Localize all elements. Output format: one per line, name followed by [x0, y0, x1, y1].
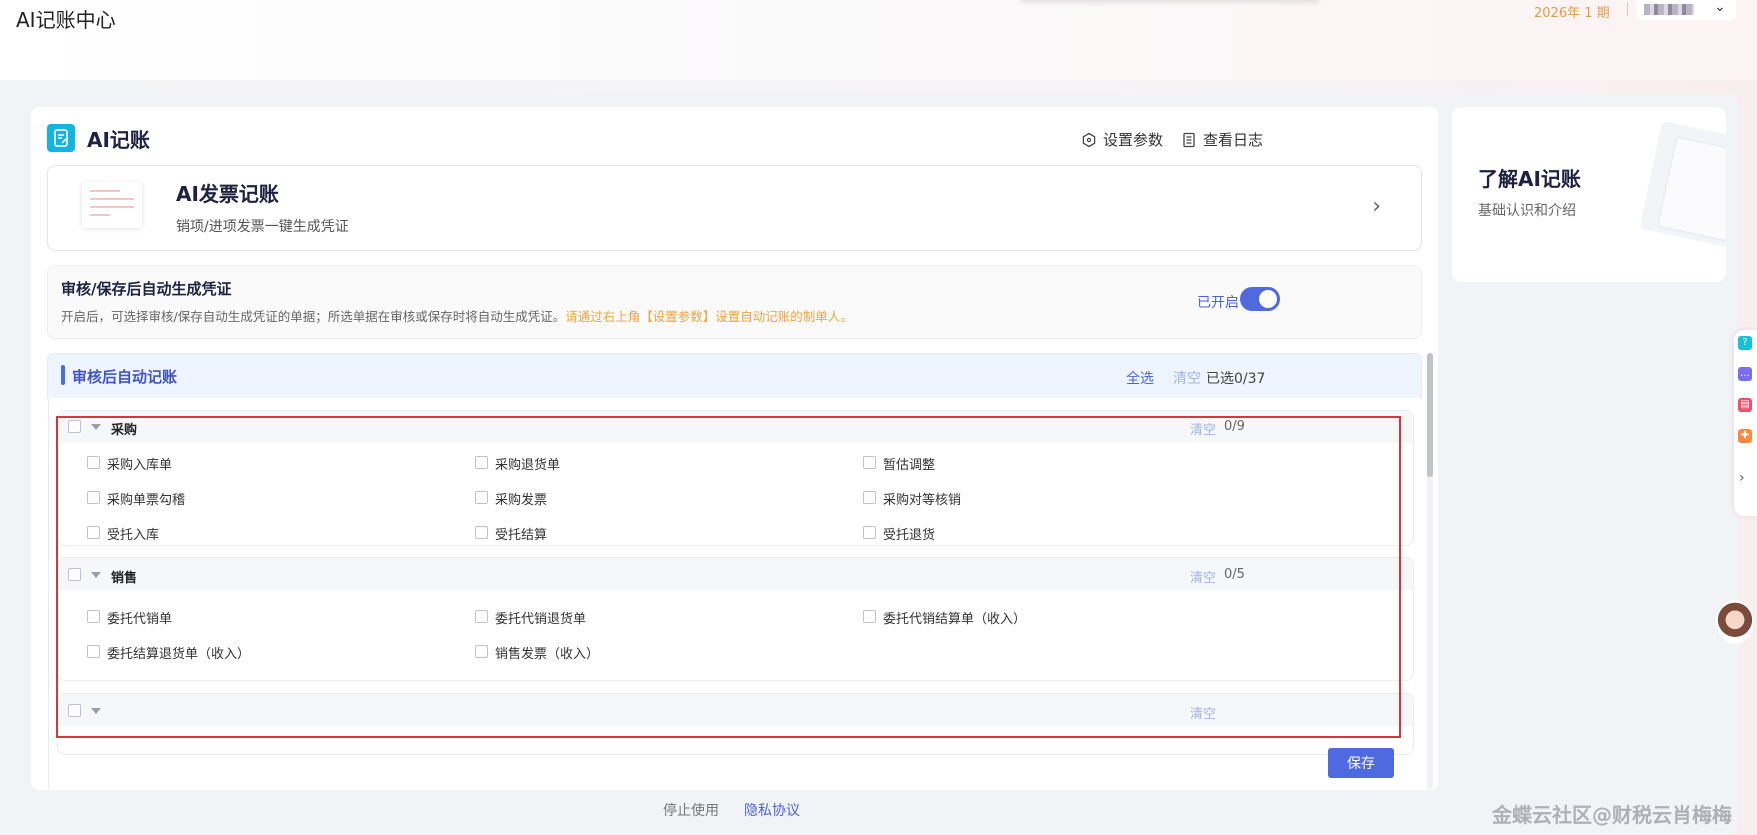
invoice-bookkeeping-entry[interactable]: AI发票记账 销项/进项发票一键生成凭证 › [47, 165, 1422, 251]
checkbox[interactable] [87, 491, 100, 504]
auto-voucher-title: 审核/保存后自动生成凭证 [61, 280, 232, 298]
doc-group-sales: 销售 清空 0/5 委托代销单 委托代销退货单 委托代销结算单（收入） 委托结算… [57, 557, 1414, 681]
assistant-avatar[interactable] [1716, 600, 1754, 644]
group-count: 0/9 [1224, 419, 1245, 434]
doc-option[interactable]: 受托退货 [883, 524, 935, 543]
gift-icon[interactable]: ✚ [1738, 429, 1752, 443]
section-header: 审核后自动记账 全选 清空 已选0/37 [47, 353, 1422, 399]
checkbox[interactable] [87, 456, 100, 469]
doc-option[interactable]: 采购入库单 [107, 454, 172, 473]
audit-auto-bookkeeping-section: 审核后自动记账 全选 清空 已选0/37 采购 清空 0/9 采购入库单 采购退… [47, 353, 1434, 789]
doc-option[interactable]: 委托代销单 [107, 608, 172, 627]
section-body: 采购 清空 0/9 采购入库单 采购退货单 暂估调整 采购单票勾稽 采购发票 采… [48, 398, 1421, 789]
group-header: 采购 清空 0/9 [58, 411, 1413, 443]
checkbox[interactable] [475, 456, 488, 469]
settings-label: 设置参数 [1103, 131, 1164, 149]
checkbox[interactable] [87, 645, 100, 658]
select-all-link[interactable]: 全选 [1126, 368, 1154, 388]
group-clear-link[interactable]: 清空 [1190, 419, 1216, 438]
group-checkbox[interactable] [68, 704, 81, 717]
caret-down-icon[interactable] [91, 572, 101, 578]
invoice-title: AI发票记账 [176, 182, 279, 206]
group-header: 清空 [58, 694, 1413, 726]
chevron-down-icon[interactable]: ⌄ [1714, 0, 1726, 15]
accounting-period[interactable]: 2026年 1 期 [1534, 2, 1610, 21]
group-checkbox[interactable] [68, 420, 81, 433]
ai-bookkeeping-card: AI记账 设置参数 查看日志 AI发票记账 销项/进项发票一键生成凭证 › 审核… [31, 107, 1438, 790]
clipboard-icon[interactable]: ▤ [1738, 398, 1752, 412]
view-log-button[interactable]: 查看日志 [1181, 129, 1263, 150]
checkbox[interactable] [475, 610, 488, 623]
caret-down-icon[interactable] [91, 424, 101, 430]
group-title: 销售 [111, 571, 138, 586]
checkbox[interactable] [87, 526, 100, 539]
toggle-status-label: 已开启 [1197, 295, 1239, 311]
doc-option[interactable]: 委托代销退货单 [495, 608, 586, 627]
group-clear-link[interactable]: 清空 [1190, 703, 1216, 722]
checkbox[interactable] [863, 526, 876, 539]
checkbox[interactable] [863, 456, 876, 469]
auto-voucher-toggle[interactable] [1240, 287, 1280, 311]
chevron-right-icon[interactable]: › [1739, 470, 1745, 486]
doc-option[interactable]: 采购对等核销 [883, 489, 961, 508]
invoice-subtitle: 销项/进项发票一键生成凭证 [176, 219, 349, 235]
group-clear-link[interactable]: 清空 [1190, 567, 1216, 586]
doc-group-partial: 清空 [57, 693, 1414, 755]
checkbox[interactable] [475, 491, 488, 504]
side-card-title: 了解AI记账 [1478, 167, 1581, 191]
hexagon-settings-icon [1082, 132, 1096, 147]
chevron-right-icon[interactable]: › [1372, 194, 1381, 219]
doc-option[interactable]: 采购单票勾稽 [107, 489, 185, 508]
card-title: AI记账 [87, 128, 150, 152]
doc-option[interactable]: 采购发票 [495, 489, 547, 508]
stop-using-link[interactable]: 停止使用 [663, 800, 719, 820]
doc-option[interactable]: 受托入库 [107, 524, 159, 543]
user-menu[interactable]: ⌄ [1636, 0, 1736, 20]
app-title: AI记账中心 [16, 8, 116, 32]
doc-option[interactable]: 受托结算 [495, 524, 547, 543]
checkbox[interactable] [863, 491, 876, 504]
checkbox[interactable] [475, 645, 488, 658]
doc-option[interactable]: 销售发票（收入） [495, 643, 599, 662]
doc-option[interactable]: 委托代销结算单（收入） [883, 608, 1026, 627]
auto-voucher-description: 开启后，可选择审核/保存自动生成凭证的单据；所选单据在审核或保存时将自动生成凭证… [61, 306, 853, 325]
invoice-thumbnail [82, 182, 142, 228]
log-document-icon [1183, 132, 1195, 147]
top-bar: AI记账中心 2026年 1 期 ⌄ [0, 0, 1757, 80]
user-name-redacted [1644, 4, 1694, 15]
divider [1627, 2, 1628, 16]
doc-option[interactable]: 暂估调整 [883, 454, 935, 473]
ai-bookkeeping-logo-icon [47, 124, 75, 152]
section-clear-link[interactable]: 清空 [1173, 368, 1201, 388]
group-checkbox[interactable] [68, 568, 81, 581]
doc-option[interactable]: 采购退货单 [495, 454, 560, 473]
toggle-knob [1259, 290, 1277, 308]
section-accent-bar [61, 365, 65, 385]
selected-count: 已选0/37 [1206, 371, 1266, 387]
chat-icon[interactable]: … [1738, 367, 1752, 381]
help-icon[interactable]: ? [1738, 336, 1752, 350]
checkbox[interactable] [863, 610, 876, 623]
auto-voucher-desc-text: 开启后，可选择审核/保存自动生成凭证的单据；所选单据在审核或保存时将自动生成凭证… [61, 309, 566, 324]
group-header: 销售 清空 0/5 [58, 558, 1413, 590]
watermark: 金蝶云社区@财税云肖梅梅 [1492, 803, 1732, 827]
checkbox[interactable] [475, 526, 488, 539]
caret-down-icon[interactable] [91, 708, 101, 714]
group-title: 采购 [111, 423, 138, 438]
settings-button[interactable]: 设置参数 [1081, 129, 1163, 150]
privacy-policy-link[interactable]: 隐私协议 [744, 800, 800, 820]
section-title: 审核后自动记账 [72, 368, 178, 386]
learn-ai-bookkeeping-card[interactable]: 了解AI记账 基础认识和介绍 [1452, 107, 1726, 282]
doc-group-purchase: 采购 清空 0/9 采购入库单 采购退货单 暂估调整 采购单票勾稽 采购发票 采… [57, 410, 1414, 546]
auto-voucher-panel: 审核/保存后自动生成凭证 开启后，可选择审核/保存自动生成凭证的单据；所选单据在… [47, 265, 1422, 339]
view-log-label: 查看日志 [1203, 131, 1264, 149]
side-card-subtitle: 基础认识和介绍 [1478, 203, 1576, 219]
scrollbar-thumb[interactable] [1427, 353, 1433, 477]
floating-toolbar: ? … ▤ ✚ › [1734, 330, 1757, 516]
checkbox[interactable] [87, 610, 100, 623]
doc-option[interactable]: 委托结算退货单（收入） [107, 643, 250, 662]
auto-voucher-tip: 请通过右上角【设置参数】设置自动记账的制单人。 [565, 309, 853, 324]
group-count: 0/5 [1224, 567, 1245, 582]
save-button[interactable]: 保存 [1328, 748, 1394, 778]
